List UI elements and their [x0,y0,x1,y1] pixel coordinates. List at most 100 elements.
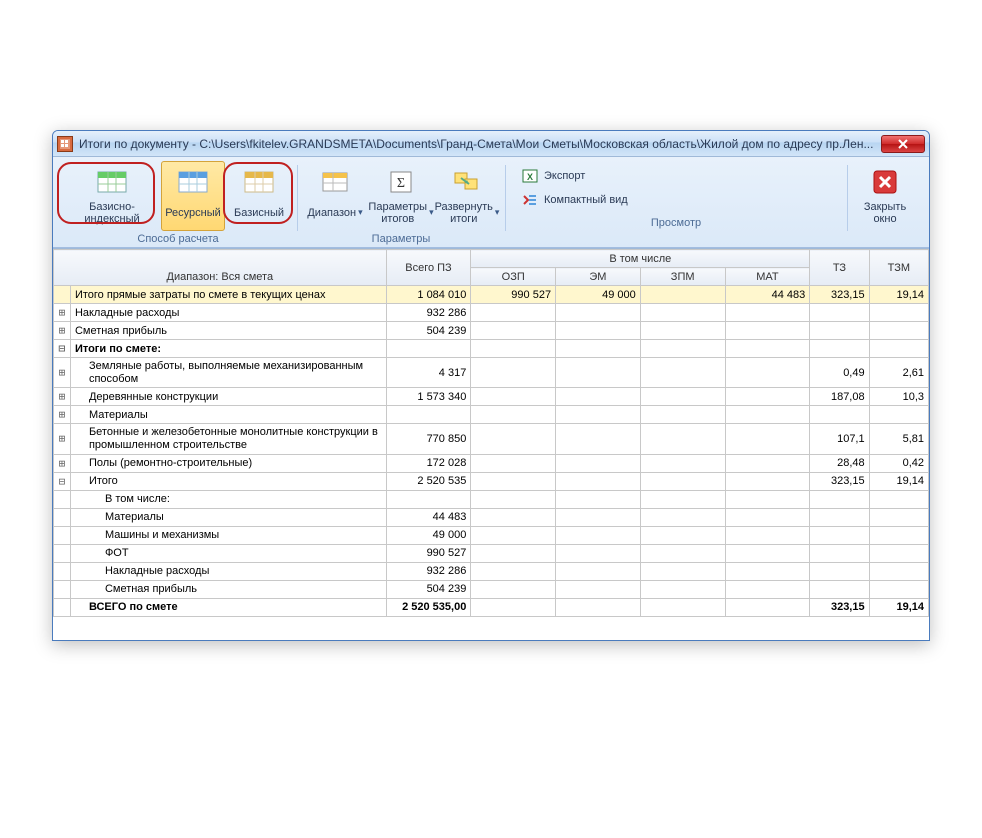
cell-mat [725,472,810,490]
btn-export[interactable]: X Экспорт [517,165,633,187]
expand-toggle[interactable]: ⊞ [54,454,71,472]
row-name: Материалы [70,406,386,424]
table-row[interactable]: ВСЕГО по смете2 520 535,00323,1519,14 [54,598,929,616]
header-vtomchisle[interactable]: В том числе [471,250,810,268]
cell-tz: 187,08 [810,388,869,406]
ribbon-group-calc: Базисно-индексный Ресурсный Базисный Спо… [59,161,297,247]
header-tzm[interactable]: ТЗМ [869,250,928,286]
cell-mat [725,424,810,454]
table-row[interactable]: ⊞Накладные расходы932 286 [54,304,929,322]
cell-tzm [869,580,928,598]
expand-toggle[interactable]: ⊞ [54,358,71,388]
titlebar[interactable]: Итоги по документу - C:\Users\fkitelev.G… [53,131,929,157]
cell-zpm [640,490,725,508]
cell-tzm: 0,42 [869,454,928,472]
header-tz[interactable]: ТЗ [810,250,869,286]
cell-tzm: 19,14 [869,286,928,304]
row-name: Итого [70,472,386,490]
btn-params[interactable]: Σ Параметры итогов▾ [369,161,433,231]
btn-basis[interactable]: Базисный [227,161,291,231]
cell-mat: 44 483 [725,286,810,304]
group-label-view: Просмотр [651,217,701,229]
cell-ozp [471,598,556,616]
btn-expand[interactable]: Развернуть итоги▾ [435,161,499,231]
cell-zpm [640,472,725,490]
table-row[interactable]: Итого прямые затраты по смете в текущих … [54,286,929,304]
table-row[interactable]: Сметная прибыль504 239 [54,580,929,598]
cell-zpm [640,388,725,406]
cell-em [556,322,641,340]
cell-tzm: 2,61 [869,358,928,388]
svg-text:Σ: Σ [397,176,405,191]
btn-resource[interactable]: Ресурсный [161,161,225,231]
cell-tz [810,508,869,526]
cell-zpm [640,544,725,562]
close-red-icon [869,166,901,198]
cell-mat [725,454,810,472]
header-em[interactable]: ЭМ [556,268,641,286]
table-row[interactable]: ⊟Итого2 520 535323,1519,14 [54,472,929,490]
cell-pz: 44 483 [386,508,471,526]
row-name: Материалы [70,508,386,526]
table-row[interactable]: ⊟Итоги по смете: [54,340,929,358]
cell-tzm [869,304,928,322]
header-pz[interactable]: Всего ПЗ [386,250,471,286]
cell-tz [810,490,869,508]
btn-range[interactable]: Диапазон▾ [303,161,367,231]
table-row[interactable]: ⊞Материалы [54,406,929,424]
row-name: Сметная прибыль [70,322,386,340]
grid-yellow-icon [243,166,275,198]
cell-pz: 770 850 [386,424,471,454]
cell-tz [810,580,869,598]
cell-em [556,340,641,358]
window-title: Итоги по документу - C:\Users\fkitelev.G… [79,137,881,151]
header-ozp[interactable]: ОЗП [471,268,556,286]
header-range[interactable]: Диапазон: Вся смета [54,250,387,286]
table-row[interactable]: В том числе: [54,490,929,508]
sigma-icon: Σ [385,166,417,198]
cell-tz [810,340,869,358]
header-mat[interactable]: МАТ [725,268,810,286]
expand-toggle[interactable]: ⊞ [54,388,71,406]
cell-tz: 323,15 [810,472,869,490]
expand-toggle[interactable]: ⊞ [54,322,71,340]
cell-ozp [471,472,556,490]
btn-compact[interactable]: Компактный вид [517,189,633,211]
expand-toggle[interactable]: ⊟ [54,340,71,358]
cell-em [556,562,641,580]
table-row[interactable]: ⊞Сметная прибыль504 239 [54,322,929,340]
row-name: Накладные расходы [70,304,386,322]
grid-scroll-area[interactable]: Диапазон: Вся смета Всего ПЗ В том числе… [53,248,929,640]
table-row[interactable]: Материалы44 483 [54,508,929,526]
expand-toggle[interactable]: ⊟ [54,472,71,490]
table-row[interactable]: Машины и механизмы49 000 [54,526,929,544]
cell-em [556,598,641,616]
cell-ozp [471,340,556,358]
row-name: Земляные работы, выполняемые механизиров… [70,358,386,388]
table-row[interactable]: ФОТ990 527 [54,544,929,562]
cell-pz [386,406,471,424]
cell-zpm [640,286,725,304]
cell-mat [725,562,810,580]
table-row[interactable]: ⊞Деревянные конструкции1 573 340187,0810… [54,388,929,406]
cell-pz: 1 084 010 [386,286,471,304]
table-row[interactable]: ⊞Бетонные и железобетонные монолитные ко… [54,424,929,454]
header-zpm[interactable]: ЗПМ [640,268,725,286]
cell-ozp [471,526,556,544]
expand-toggle[interactable]: ⊞ [54,424,71,454]
row-name: Машины и механизмы [70,526,386,544]
expand-toggle[interactable]: ⊞ [54,406,71,424]
table-row[interactable]: ⊞Полы (ремонтно-строительные)172 02828,4… [54,454,929,472]
cell-zpm [640,454,725,472]
btn-close-window[interactable]: Закрыть окно [853,161,917,231]
table-row[interactable]: Накладные расходы932 286 [54,562,929,580]
table-row[interactable]: ⊞Земляные работы, выполняемые механизиро… [54,358,929,388]
expand-toggle[interactable]: ⊞ [54,304,71,322]
cell-ozp [471,358,556,388]
cell-em [556,388,641,406]
window-close-button[interactable] [881,135,925,153]
row-name: Сметная прибыль [70,580,386,598]
cell-tzm: 5,81 [869,424,928,454]
table-body: Итого прямые затраты по смете в текущих … [54,286,929,617]
btn-basis-index[interactable]: Базисно-индексный [65,161,159,231]
